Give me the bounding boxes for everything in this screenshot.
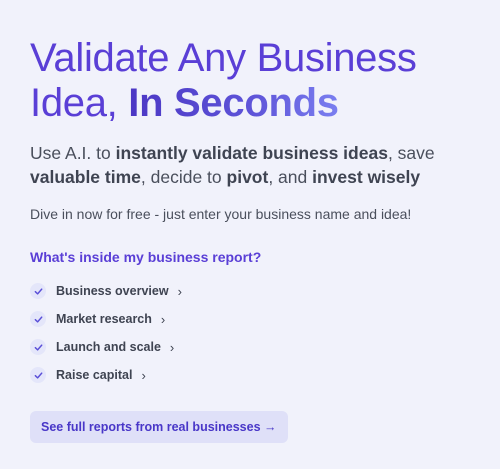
- report-feature-list: Business overview › Market research › La…: [30, 277, 182, 389]
- hero-lead: Use A.I. to instantly validate business …: [30, 141, 490, 189]
- hero-title-highlight: In Seconds: [128, 81, 339, 125]
- chevron-right-icon: ›: [141, 367, 146, 383]
- feature-label: Business overview: [56, 284, 169, 298]
- see-full-reports-button[interactable]: See full reports from real businesses →: [30, 411, 288, 443]
- feature-item-raise-capital[interactable]: Raise capital ›: [30, 361, 182, 389]
- feature-label: Market research: [56, 312, 152, 326]
- chevron-right-icon: ›: [177, 283, 182, 299]
- checkmark-icon: [30, 367, 46, 383]
- lead-text-2: , save: [387, 143, 435, 163]
- lead-bold-1: instantly validate business ideas: [115, 143, 388, 163]
- feature-item-market-research[interactable]: Market research ›: [30, 305, 182, 333]
- hero-section: Validate Any Business Idea, In Seconds Us…: [0, 0, 500, 469]
- lead-bold-3: pivot: [226, 167, 269, 187]
- checkmark-icon: [30, 283, 46, 299]
- report-heading: What's inside my business report?: [30, 249, 262, 265]
- feature-label: Launch and scale: [56, 340, 161, 354]
- chevron-right-icon: ›: [169, 339, 175, 355]
- hero-title-line1: Validate Any Business: [30, 36, 417, 80]
- lead-bold-4: invest wisely: [312, 167, 421, 187]
- feature-label: Raise capital: [56, 368, 133, 382]
- lead-text-4: , and: [268, 167, 313, 187]
- lead-text-3: , decide to: [140, 167, 227, 187]
- checkmark-icon: [30, 311, 46, 327]
- lead-bold-2: valuable time: [30, 167, 141, 187]
- checkmark-icon: [30, 339, 46, 355]
- chevron-right-icon: ›: [160, 311, 166, 327]
- feature-item-launch-and-scale[interactable]: Launch and scale ›: [30, 333, 182, 361]
- hero-title: Validate Any Business Idea, In Seconds: [30, 36, 417, 126]
- lead-text-1: Use A.I. to: [30, 143, 116, 163]
- feature-item-business-overview[interactable]: Business overview ›: [30, 277, 182, 305]
- hero-subtext: Dive in now for free - just enter your b…: [30, 206, 412, 222]
- hero-title-line2: Idea,: [30, 81, 129, 125]
